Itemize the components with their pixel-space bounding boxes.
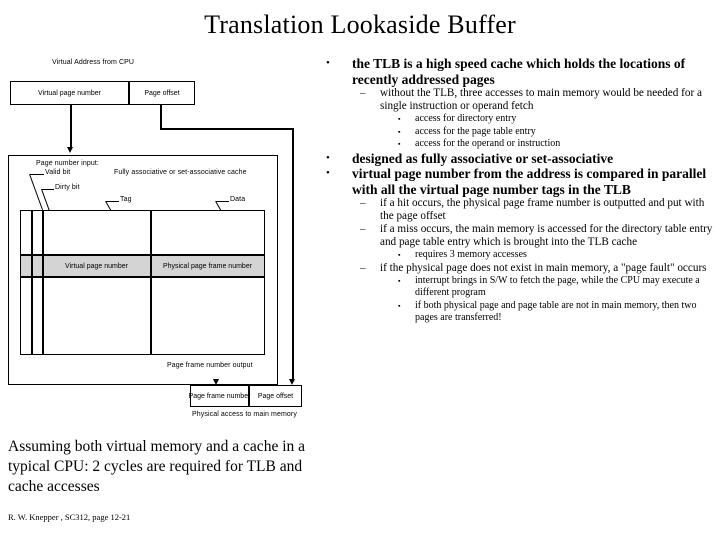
bullet-marker-icon: • [326,151,330,164]
bullet-marker-icon: ▪ [398,276,401,285]
bullet-item: ▪ requires 3 memory accesses [398,249,718,262]
bullet-marker-icon: – [360,197,366,209]
diagram-top-caption: Virtual Address from CPU [52,59,135,66]
bullet-item: ▪ access for the operand or instruction [398,138,718,151]
bullet-item: – if a miss occurs, the main memory is ac… [360,223,718,249]
bullet-text: access for the operand or instruction [415,138,561,149]
assumption-note: Assuming both virtual memory and a cache… [8,438,306,495]
bullet-text: interrupt brings in S/W to fetch the pag… [415,274,700,299]
out-page-offset-field: Page offset [257,392,294,400]
bullet-item: ▪ access for directory entry [398,113,718,126]
bullet-item: • virtual page number from the address is… [326,166,718,197]
bullet-text: designed as fully associative or set-ass… [352,150,614,166]
diagram-bottom-caption: Physical access to main memory [192,411,297,418]
bullet-marker-icon: ▪ [398,301,401,310]
slide-credit: R. W. Knepper , SC312, page 12-21 [8,512,131,522]
offset-bypass-down-1 [160,105,162,129]
bullet-text: requires 3 memory accesses [415,249,527,260]
data-leader-h [216,201,229,203]
virtual-page-number-field: Virtual page number [38,89,101,97]
bullet-item: – if the physical page does not exist in … [360,262,718,275]
bullet-marker-icon: ▪ [398,127,401,136]
valid-col-divider [31,210,33,355]
tlb-entry-table [20,210,265,355]
tlb-row-tag-value: Virtual page number [65,262,128,270]
bullet-item: • the TLB is a high speed cache which hol… [326,56,718,87]
page-number-input-label: Page number input: [36,160,99,167]
bullet-marker-icon: • [326,57,330,69]
bullet-text: without the TLB, three accesses to main … [380,87,702,112]
bullet-item: – if a hit occurs, the physical page fram… [360,197,718,223]
bullet-marker-icon: ▪ [398,140,401,148]
vpn-connector-arrow [67,147,73,153]
tag-col-divider [150,210,152,355]
cache-type-label: Fully associative or set-associative cac… [114,169,247,176]
page-offset-field: Page offset [144,89,180,97]
bullet-text: if the physical page does not exist in m… [380,261,707,274]
bullet-text: if both physical page and page table are… [415,299,697,324]
bullet-item: ▪ if both physical page and page table ar… [398,300,718,325]
bullet-item: – without the TLB, three accesses to main… [360,87,718,113]
page-frame-number-output-label: Page frame number output [167,362,253,369]
valid-bit-leader-h [30,174,44,176]
page-title: Translation Lookaside Buffer [204,10,516,39]
bullet-item: ▪ access for the page table entry [398,126,718,139]
bullet-marker-icon: – [360,223,366,235]
bullet-text: access for directory entry [415,113,517,124]
bullet-marker-icon: – [360,87,366,99]
bullet-text: if a hit occurs, the physical page frame… [380,197,705,222]
bullet-list: • the TLB is a high speed cache which hol… [326,56,718,325]
tlb-diagram: Virtual Address from CPU Virtual page nu… [0,55,320,425]
out-page-frame-number-field: Page frame number [188,392,251,400]
offset-bypass-right [160,128,294,130]
bullet-item: • designed as fully associative or set-as… [326,151,718,167]
vpn-connector-line [70,105,72,149]
bullet-marker-icon: ▪ [398,251,401,259]
bullet-marker-icon: – [360,261,366,274]
dirty-col-divider [42,210,44,355]
bullet-marker-icon: ▪ [398,115,401,123]
bullet-text: the TLB is a high speed cache which hold… [352,56,686,87]
tlb-row-data-value: Physical page frame number [162,262,253,270]
bullet-item: ▪ interrupt brings in S/W to fetch the pa… [398,275,718,300]
bullet-text: virtual page number from the address is … [352,166,707,197]
tag-leader-h [106,201,119,203]
bullet-marker-icon: • [326,167,330,179]
offset-bypass-down-2 [292,128,294,381]
tag-label: Tag [120,196,132,203]
dirty-bit-label: Dirty bit [55,184,80,191]
valid-bit-label: Valid bit [45,169,71,176]
bullet-text: if a miss occurs, the main memory is acc… [380,223,713,248]
data-label: Data [230,196,246,203]
dirty-bit-leader-h [42,189,54,191]
bullet-text: access for the page table entry [415,125,536,137]
